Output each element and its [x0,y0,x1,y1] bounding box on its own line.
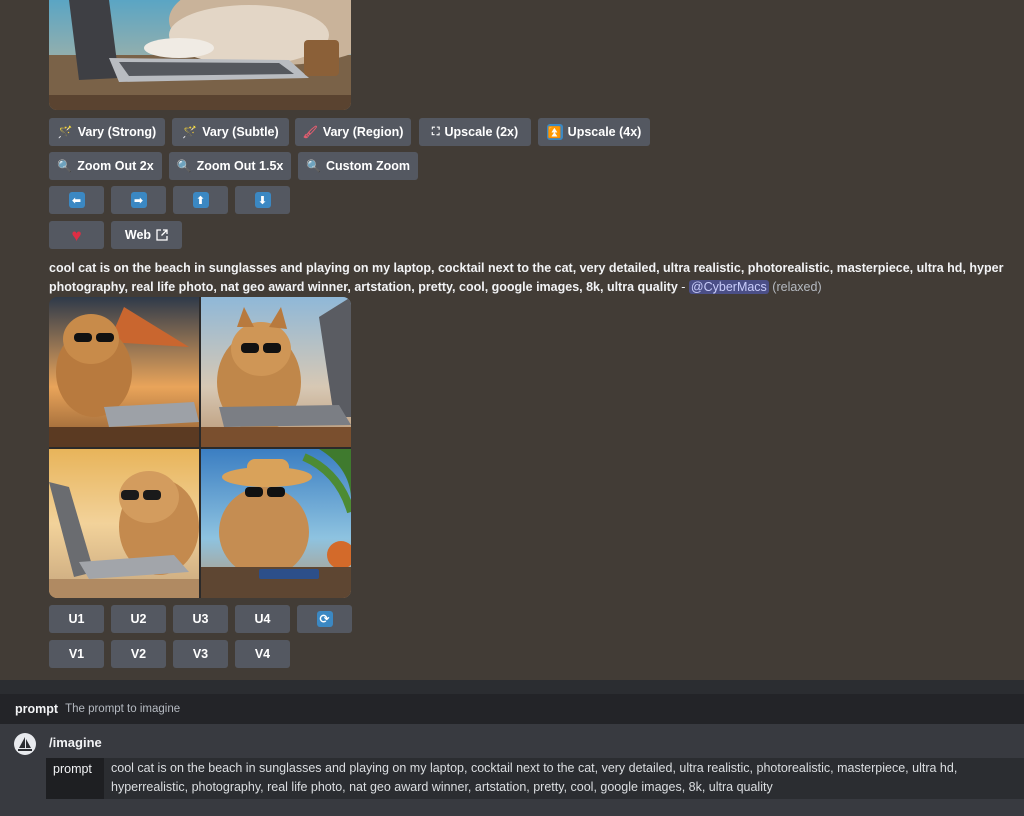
paintbrush-icon: 🖌 [302,125,318,139]
vary-subtle-label: Vary (Subtle) [202,125,279,139]
v3-label: V3 [192,647,209,661]
pan-left-button[interactable]: ⬅ [49,186,104,214]
v1-label: V1 [68,647,85,661]
zoom-out-2x-label: Zoom Out 2x [77,159,154,173]
upscale-u1-button[interactable]: U1 [49,605,104,633]
grid-image-4[interactable] [201,449,351,598]
web-label: Web [124,228,152,242]
magic-wand-icon: 🪄 [57,125,73,139]
magnifier-icon: 🔍 [57,159,73,173]
right-arrow-icon: ➡ [130,192,147,208]
pan-right-button[interactable]: ➡ [111,186,166,214]
expand-icon: ⛶ [431,125,440,138]
upscale-4x-button[interactable]: ⏫ Upscale (4x) [538,118,650,146]
u2-label: U2 [130,612,147,626]
external-link-icon [156,229,168,241]
chat-area: 🪄 Vary (Strong) 🪄 Vary (Subtle) 🖌 Vary (… [0,0,1024,680]
pan-up-button[interactable]: ⬆ [173,186,228,214]
magnifier-icon: 🔍 [176,159,192,173]
u3-label: U3 [192,612,209,626]
zoom-out-1-5x-button[interactable]: 🔍 Zoom Out 1.5x [169,152,291,180]
web-link-button[interactable]: Web [111,221,182,249]
image-grid[interactable] [49,297,351,598]
previous-image-art [49,0,351,110]
option-name: prompt [15,702,59,716]
parameter-value-line-2: hyperrealistic, photography, real life p… [111,780,773,794]
vary-region-button[interactable]: 🖌 Vary (Region) [295,118,411,146]
parameter-value[interactable]: cool cat is on the beach in sunglasses a… [104,758,1024,799]
favorite-button[interactable]: ♥ [49,221,104,249]
separator: - [677,280,689,294]
upscale-2x-button[interactable]: ⛶ Upscale (2x) [419,118,531,146]
message-content: cool cat is on the beach in sunglasses a… [49,259,1024,297]
upscale-4x-label: Upscale (4x) [567,125,642,139]
vary-strong-button[interactable]: 🪄 Vary (Strong) [49,118,165,146]
v4-label: V4 [254,647,271,661]
command-option-hint[interactable]: prompt The prompt to imagine [0,694,1024,724]
vary-subtle-button[interactable]: 🪄 Vary (Subtle) [172,118,289,146]
magic-wand-icon: 🪄 [182,125,198,139]
custom-zoom-label: Custom Zoom [325,159,410,173]
grid-image-2[interactable] [201,297,351,447]
prompt-parameter[interactable]: prompt cool cat is on the beach in sungl… [46,758,1024,799]
parameter-label: prompt [46,758,104,799]
zoom-out-1-5x-label: Zoom Out 1.5x [196,159,284,173]
custom-zoom-button[interactable]: 🔍 Custom Zoom [298,152,418,180]
down-arrow-icon: ⬇ [254,192,271,208]
heart-icon: ♥ [71,225,82,245]
user-mention[interactable]: @CyberMacs [688,280,769,294]
magnifier-icon: 🔍 [306,159,321,173]
up-arrow-box-icon: ⏫ [546,124,563,140]
grid-image-3[interactable] [49,449,199,598]
previous-image[interactable] [49,0,351,110]
parameter-value-line-1: cool cat is on the beach in sunglasses a… [111,761,958,775]
up-arrow-icon: ⬆ [192,192,209,208]
variation-v2-button[interactable]: V2 [111,640,166,668]
grid-image-1[interactable] [49,297,199,447]
prompt-line-2-text: photography, real life photo, nat geo aw… [49,280,678,294]
upscale-u3-button[interactable]: U3 [173,605,228,633]
option-description: The prompt to imagine [65,703,181,715]
image-grid-art [49,297,351,598]
upscale-u2-button[interactable]: U2 [111,605,166,633]
variation-v1-button[interactable]: V1 [49,640,104,668]
variation-v3-button[interactable]: V3 [173,640,228,668]
command-input-area: /imagine prompt cool cat is on the beach… [0,724,1024,816]
command-name: /imagine [49,735,102,750]
upscale-2x-label: Upscale (2x) [444,125,519,139]
left-arrow-icon: ⬅ [68,192,85,208]
reroll-icon: ⟳ [316,611,333,627]
bot-avatar [14,733,36,755]
mode-label: (relaxed) [772,280,822,294]
prompt-line-1: cool cat is on the beach in sunglasses a… [49,261,1004,275]
vary-strong-label: Vary (Strong) [77,125,157,139]
u4-label: U4 [254,612,271,626]
upscale-u4-button[interactable]: U4 [235,605,290,633]
variation-v4-button[interactable]: V4 [235,640,290,668]
vary-region-label: Vary (Region) [322,125,404,139]
u1-label: U1 [68,612,85,626]
reroll-button[interactable]: ⟳ [297,605,352,633]
zoom-out-2x-button[interactable]: 🔍 Zoom Out 2x [49,152,162,180]
sailboat-icon [18,737,32,751]
v2-label: V2 [130,647,147,661]
prompt-line-2: photography, real life photo, nat geo aw… [49,278,1024,297]
pan-down-button[interactable]: ⬇ [235,186,290,214]
